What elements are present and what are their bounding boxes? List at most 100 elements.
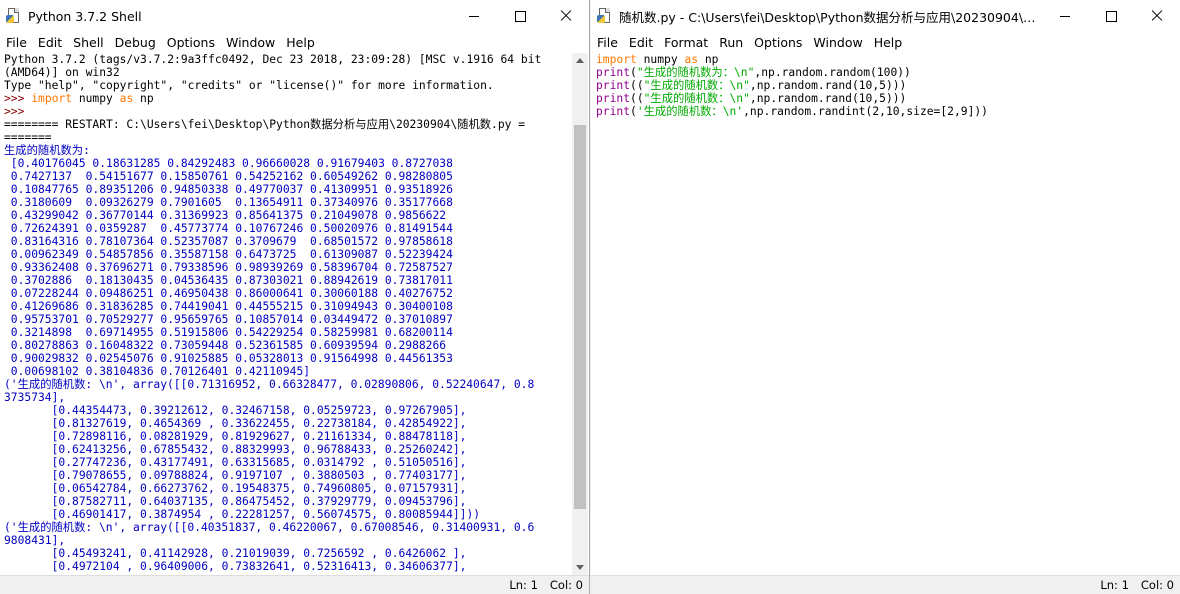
shell-text-segment: [0.46901417, 0.3874954 , 0.22281257, 0.5… [4, 508, 481, 521]
shell-line: ('生成的随机数: \n', array([[0.40351837, 0.462… [4, 521, 570, 534]
shell-menu-help[interactable]: Help [282, 35, 319, 50]
editor-menu-file[interactable]: File [593, 35, 622, 50]
editor-window[interactable]: 随机数.py - C:\Users\fei\Desktop\Python数据分析… [591, 0, 1180, 594]
editor-maximize-button[interactable] [1088, 0, 1134, 32]
shell-line: 0.3214898 0.69714955 0.51915806 0.542292… [4, 326, 570, 339]
editor-window-controls [1042, 0, 1180, 32]
shell-line: >>> [4, 105, 570, 118]
shell-line: 3735734], [4, 391, 570, 404]
editor-line: print(("生成的随机数：\n",np.random.rand(10,5))… [596, 92, 1174, 105]
shell-output-text[interactable]: Python 3.7.2 (tags/v3.7.2:9a3ffc0492, De… [4, 53, 570, 575]
shell-text-segment: ======== RESTART: C:\Users\fei\Desktop\P… [4, 118, 526, 131]
editor-code-text[interactable]: import numpy as np print("生成的随机数为：\n",np.… [596, 53, 1174, 575]
editor-text-segment: ( [630, 66, 637, 79]
shell-line: 0.3702886 0.18130435 0.04536435 0.873030… [4, 274, 570, 287]
editor-line: print(("生成的随机数：\n",np.random.rand(10,5))… [596, 79, 1174, 92]
editor-menu-options[interactable]: Options [750, 35, 806, 50]
editor-line: print('生成的随机数：\n',np.random.randint(2,10… [596, 105, 1174, 118]
python-shell-window[interactable]: Python 3.7.2 Shell File Edit Shell Debug… [0, 0, 590, 594]
shell-text-segment: as [119, 92, 134, 105]
editor-titlebar[interactable]: 随机数.py - C:\Users\fei\Desktop\Python数据分析… [591, 0, 1180, 32]
minimize-icon [1060, 15, 1070, 17]
shell-line: 0.3180609 0.09326279 0.7901605 0.1365491… [4, 196, 570, 209]
editor-line: print("生成的随机数为：\n",np.random.random(100)… [596, 66, 1174, 79]
editor-menu-window[interactable]: Window [809, 35, 866, 50]
shell-line: 0.00962349 0.54857856 0.35587158 0.64737… [4, 248, 570, 261]
editor-text-segment: ,np.random.rand(10,5))) [749, 79, 907, 92]
shell-text-segment: 3735734], [4, 391, 66, 404]
shell-vertical-scrollbar[interactable] [572, 53, 588, 575]
editor-text-segment: '生成的随机数：\n' [636, 105, 744, 118]
editor-text-segment: print [596, 66, 631, 79]
shell-line: [0.87582711, 0.64037135, 0.86475452, 0.3… [4, 495, 570, 508]
editor-text-segment: ,np.random.random(100)) [754, 66, 911, 79]
editor-statusbar: Ln: 1 Col: 0 [591, 575, 1180, 594]
shell-menu-options[interactable]: Options [163, 35, 219, 50]
shell-line: 0.41269686 0.31836285 0.74419041 0.44555… [4, 300, 570, 313]
editor-minimize-button[interactable] [1042, 0, 1088, 32]
shell-text-segment: 0.43299042 0.36770144 0.31369923 0.85641… [4, 209, 447, 222]
shell-menu-window[interactable]: Window [222, 35, 279, 50]
shell-text-segment: [0.79078655, 0.09788824, 0.9197107 , 0.3… [4, 469, 467, 482]
shell-line: 0.7427137 0.54151677 0.15850761 0.542521… [4, 170, 570, 183]
scroll-down-arrow-icon[interactable] [576, 565, 584, 570]
shell-menu-shell[interactable]: Shell [69, 35, 108, 50]
editor-text-segment: np [698, 53, 719, 66]
shell-text-segment: 0.00698102 0.38104836 0.70126401 0.42110… [4, 365, 311, 378]
shell-text-segment: ======= [4, 131, 52, 144]
editor-window-title: 随机数.py - C:\Users\fei\Desktop\Python数据分析… [619, 9, 1039, 25]
shell-line: 0.72624391 0.0359287 0.45773774 0.107672… [4, 222, 570, 235]
shell-text-segment: 0.00962349 0.54857856 0.35587158 0.64737… [4, 248, 453, 261]
editor-text-segment: import [596, 53, 637, 66]
shell-status-col: Col: 0 [549, 578, 583, 592]
editor-menu-edit[interactable]: Edit [625, 35, 657, 50]
scroll-up-arrow-icon[interactable] [576, 58, 584, 63]
shell-line: ======= [4, 131, 570, 144]
shell-text-segment: 0.90029832 0.02545076 0.91025885 0.05328… [4, 352, 453, 365]
shell-line: 生成的随机数为: [4, 144, 570, 157]
shell-window-controls [451, 0, 589, 32]
shell-line: ======== RESTART: C:\Users\fei\Desktop\P… [4, 118, 570, 131]
shell-text-segment: [0.45493241, 0.41142928, 0.21019039, 0.7… [4, 547, 467, 560]
shell-line: 0.00698102 0.38104836 0.70126401 0.42110… [4, 365, 570, 378]
editor-text-segment: "生成的随机数：\n" [643, 92, 750, 105]
shell-text-segment: 0.93362408 0.37696271 0.79338596 0.98939… [4, 261, 453, 274]
shell-maximize-button[interactable] [497, 0, 543, 32]
shell-titlebar[interactable]: Python 3.7.2 Shell [0, 0, 589, 32]
editor-text-segment: "生成的随机数：\n" [643, 79, 750, 92]
shell-line: 0.80278863 0.16048322 0.73059448 0.52361… [4, 339, 570, 352]
editor-menu-format[interactable]: Format [660, 35, 712, 50]
shell-text-segment: [0.4972104 , 0.96409006, 0.73832641, 0.5… [4, 560, 467, 573]
editor-close-button[interactable] [1134, 0, 1180, 32]
shell-menu-debug[interactable]: Debug [111, 35, 160, 50]
scrollbar-thumb[interactable] [574, 125, 586, 509]
shell-statusbar: Ln: 1 Col: 0 [0, 575, 589, 594]
shell-text-segment: [0.06542784, 0.66273762, 0.19548375, 0.7… [4, 482, 467, 495]
shell-text-segment: 0.80278863 0.16048322 0.73059448 0.52361… [4, 339, 447, 352]
shell-line: (AMD64)] on win32 [4, 66, 570, 79]
shell-line: 0.95753701 0.70529277 0.95659765 0.10857… [4, 313, 570, 326]
shell-text-segment: 0.3180609 0.09326279 0.7901605 0.1365491… [4, 196, 453, 209]
shell-text-segment: numpy [72, 92, 120, 105]
editor-menu-run[interactable]: Run [715, 35, 747, 50]
shell-text-segment: [0.81327619, 0.4654369 , 0.33622455, 0.2… [4, 417, 467, 430]
shell-text-segment: 0.41269686 0.31836285 0.74419041 0.44555… [4, 300, 453, 313]
editor-line: import numpy as np [596, 53, 1174, 66]
shell-text-segment: [0.40176045 0.18631285 0.84292483 0.9666… [4, 157, 453, 170]
shell-text-segment: [0.27747236, 0.43177491, 0.63315685, 0.0… [4, 456, 467, 469]
shell-close-button[interactable] [543, 0, 589, 32]
shell-line: [0.81327619, 0.4654369 , 0.33622455, 0.2… [4, 417, 570, 430]
shell-line: [0.46901417, 0.3874954 , 0.22281257, 0.5… [4, 508, 570, 521]
shell-text-segment: [0.87582711, 0.64037135, 0.86475452, 0.3… [4, 495, 467, 508]
shell-menu-edit[interactable]: Edit [34, 35, 66, 50]
shell-line: 0.10847765 0.89351206 0.94850338 0.49770… [4, 183, 570, 196]
shell-text-segment: ('生成的随机数: \n', array([[0.71316952, 0.663… [4, 378, 535, 391]
editor-menubar: File Edit Format Run Options Window Help [591, 32, 1180, 52]
shell-text-segment: 0.72624391 0.0359287 0.45773774 0.107672… [4, 222, 453, 235]
shell-menu-file[interactable]: File [2, 35, 31, 50]
editor-menu-help[interactable]: Help [870, 35, 907, 50]
shell-window-title: Python 3.7.2 Shell [28, 8, 142, 24]
shell-minimize-button[interactable] [451, 0, 497, 32]
editor-text-segment: (( [630, 92, 644, 105]
shell-line: [0.40176045 0.18631285 0.84292483 0.9666… [4, 157, 570, 170]
